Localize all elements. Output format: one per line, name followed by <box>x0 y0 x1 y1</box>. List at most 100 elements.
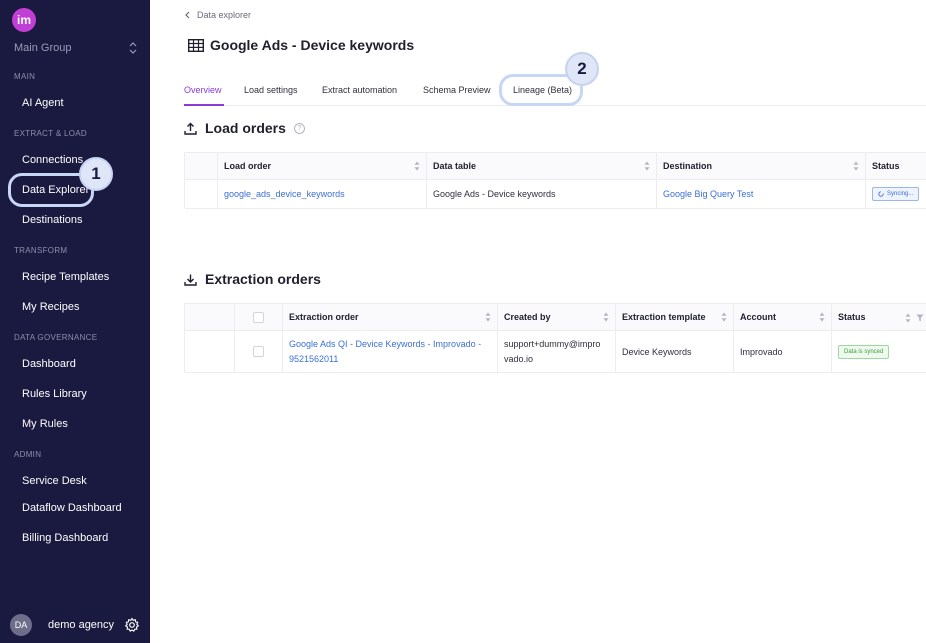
column-header-label: Account <box>740 312 776 322</box>
sidebar-item-dataflow-dashboard[interactable]: Dataflow Dashboard <box>22 502 122 514</box>
section-label-main: MAIN <box>14 72 36 81</box>
extraction-orders-table: Extraction order Created by Extraction t… <box>184 303 926 373</box>
section-label-data-governance: DATA GOVERNANCE <box>14 333 98 342</box>
page-title: Google Ads - Device keywords <box>188 37 414 53</box>
table-cell-spacer <box>185 180 218 209</box>
table-icon <box>188 38 204 52</box>
extraction-order-line-2: 9521562011 <box>289 353 339 364</box>
table-header-spacer <box>185 153 218 180</box>
sort-icon[interactable] <box>819 312 825 322</box>
tab-schema-preview[interactable]: Schema Preview <box>423 85 491 95</box>
load-orders-table: Load order Data table Destination Status… <box>184 152 926 209</box>
chevron-left-icon <box>185 11 190 19</box>
spinner-icon <box>878 191 884 197</box>
sidebar-item-billing-dashboard[interactable]: Billing Dashboard <box>22 532 108 544</box>
row-select-cell <box>235 331 283 373</box>
help-icon[interactable]: ? <box>293 122 305 134</box>
load-orders-heading: Load orders ? <box>184 120 305 136</box>
account-cell: Improvado <box>734 331 832 373</box>
section-label-admin: ADMIN <box>14 450 42 459</box>
sidebar-item-connections[interactable]: Connections <box>22 154 83 166</box>
column-header-created-by[interactable]: Created by <box>498 304 616 331</box>
status-cell: Syncing... <box>866 180 926 209</box>
user-menu[interactable]: DA demo agency <box>10 613 140 637</box>
filter-icon[interactable] <box>916 314 924 322</box>
load-orders-title: Load orders <box>205 120 286 136</box>
sort-icon[interactable] <box>644 161 650 171</box>
tab-overview[interactable]: Overview <box>184 85 222 95</box>
column-header-label: Status <box>872 161 900 171</box>
sidebar-item-rules-library[interactable]: Rules Library <box>22 388 87 400</box>
sidebar: im Main Group MAIN AI Agent EXTRACT & LO… <box>0 0 150 643</box>
extraction-template-cell: Device Keywords <box>616 331 734 373</box>
sort-icon[interactable] <box>853 161 859 171</box>
sidebar-item-recipe-templates[interactable]: Recipe Templates <box>22 271 109 283</box>
tab-extract-automation[interactable]: Extract automation <box>322 85 397 95</box>
sidebar-item-my-recipes[interactable]: My Recipes <box>22 301 79 313</box>
column-header-label: Destination <box>663 161 713 171</box>
destination-link[interactable]: Google Big Query Test <box>657 180 866 209</box>
extraction-orders-heading: Extraction orders <box>184 271 321 287</box>
sidebar-item-ai-agent[interactable]: AI Agent <box>22 97 64 109</box>
created-by-line-2: vado.io <box>504 353 534 364</box>
section-label-transform: TRANSFORM <box>14 246 68 255</box>
status-badge: Syncing... <box>872 187 920 201</box>
sort-icon[interactable] <box>414 161 420 171</box>
chevron-updown-icon <box>129 42 137 54</box>
sort-icon[interactable] <box>485 312 491 322</box>
column-header-extraction-order[interactable]: Extraction order <box>283 304 498 331</box>
sort-icon[interactable] <box>603 312 609 322</box>
breadcrumb[interactable]: Data explorer <box>184 10 251 20</box>
column-header-load-order[interactable]: Load order <box>218 153 427 180</box>
sort-icon[interactable] <box>905 313 911 323</box>
tab-load-settings[interactable]: Load settings <box>244 85 298 95</box>
load-order-link[interactable]: google_ads_device_keywords <box>218 180 427 209</box>
gear-icon[interactable] <box>124 617 140 633</box>
user-name: demo agency <box>48 619 115 631</box>
group-selector[interactable]: Main Group <box>14 40 138 56</box>
group-selector-label: Main Group <box>14 42 72 54</box>
table-header-spacer <box>185 304 235 331</box>
column-header-label: Data table <box>433 161 477 171</box>
sidebar-item-label: Data Explorer <box>22 184 90 196</box>
table-cell-spacer <box>185 331 235 373</box>
column-header-status[interactable]: Status <box>866 153 926 180</box>
column-header-label: Created by <box>504 312 551 322</box>
column-header-account[interactable]: Account <box>734 304 832 331</box>
callout-badge-2: 2 <box>565 52 599 86</box>
active-tab-indicator <box>184 104 224 106</box>
column-header-label: Extraction order <box>289 312 359 322</box>
created-by-line-1: support+dummy@impro <box>504 338 601 349</box>
sort-icon[interactable] <box>721 312 727 322</box>
sidebar-item-destinations[interactable]: Destinations <box>22 214 83 226</box>
sidebar-item-my-rules[interactable]: My Rules <box>22 418 68 430</box>
column-header-label: Extraction template <box>622 312 706 322</box>
sidebar-item-dashboard[interactable]: Dashboard <box>22 358 76 370</box>
extraction-orders-title: Extraction orders <box>205 271 321 287</box>
avatar: DA <box>10 614 32 636</box>
sidebar-item-service-desk[interactable]: Service Desk <box>22 475 87 487</box>
column-header-status[interactable]: Status <box>832 304 926 331</box>
breadcrumb-label: Data explorer <box>197 10 252 20</box>
created-by-cell: support+dummy@impro vado.io <box>498 331 616 373</box>
status-cell: Data is synced <box>832 331 926 373</box>
callout-badge-1: 1 <box>79 157 113 191</box>
select-all-checkbox[interactable] <box>253 311 264 323</box>
upload-icon <box>184 122 197 135</box>
page-title-text: Google Ads - Device keywords <box>210 37 415 53</box>
extraction-order-link[interactable]: Google Ads QI - Device Keywords - Improv… <box>283 331 498 373</box>
data-table-cell: Google Ads - Device keywords <box>427 180 657 209</box>
column-header-extraction-template[interactable]: Extraction template <box>616 304 734 331</box>
column-header-label: Status <box>838 312 866 322</box>
app-logo[interactable]: im <box>12 8 36 32</box>
status-badge: Data is synced <box>838 344 890 359</box>
extraction-order-line-1: Google Ads QI - Device Keywords - Improv… <box>289 338 482 349</box>
column-header-data-table[interactable]: Data table <box>427 153 657 180</box>
section-label-extract-load: EXTRACT & LOAD <box>14 129 87 138</box>
column-header-destination[interactable]: Destination <box>657 153 866 180</box>
status-badge-label: Syncing... <box>887 191 914 197</box>
select-all-cell <box>235 304 283 331</box>
download-icon <box>184 274 197 286</box>
column-header-label: Load order <box>224 161 272 171</box>
row-checkbox[interactable] <box>253 346 264 357</box>
